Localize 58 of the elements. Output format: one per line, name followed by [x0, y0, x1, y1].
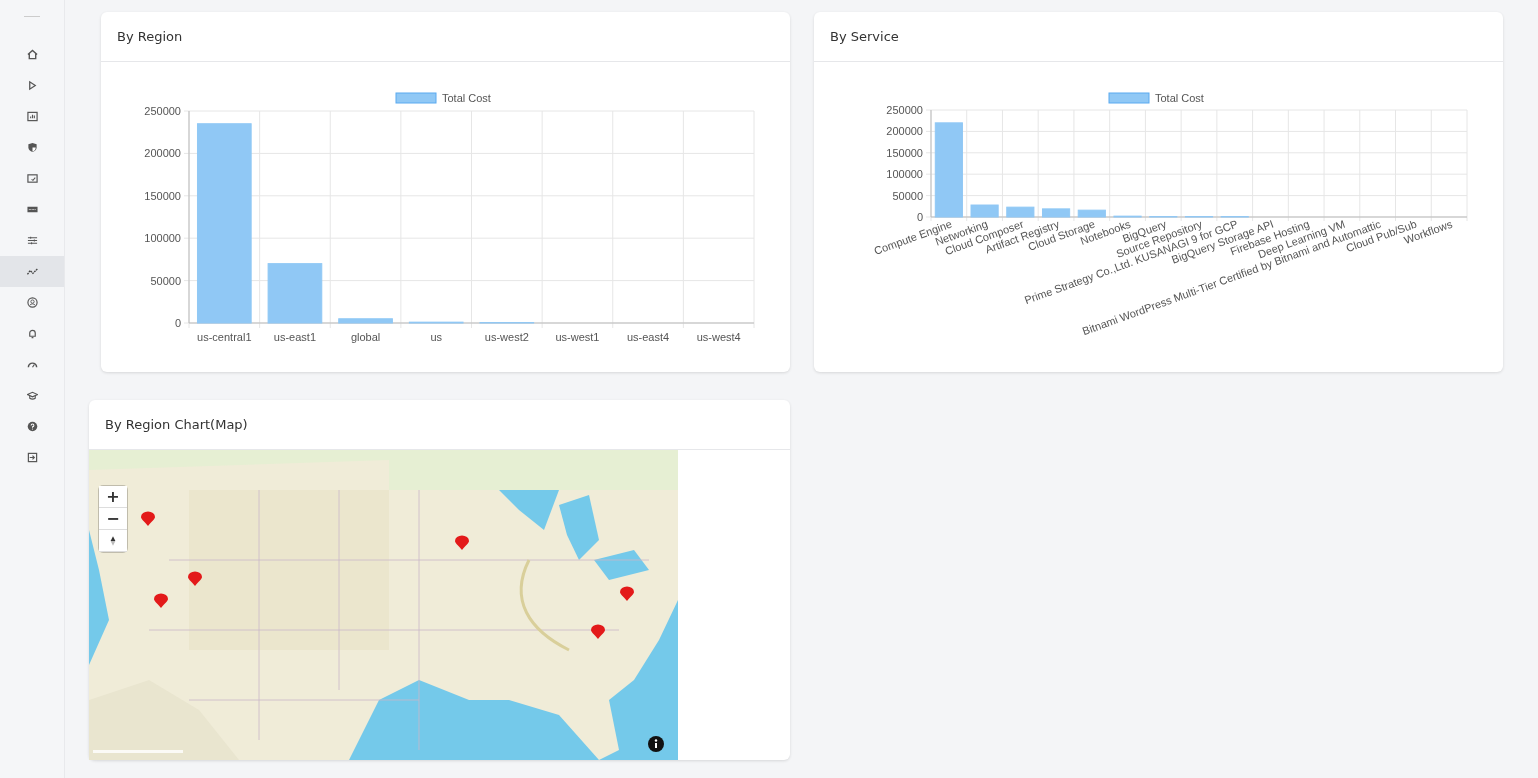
- help-icon: [26, 421, 38, 432]
- axis-tick-label: 50000: [892, 189, 923, 202]
- user-circle-icon: [26, 297, 38, 308]
- axis-category-label: us: [430, 331, 442, 343]
- shield-icon: [26, 142, 38, 153]
- bar: [267, 263, 323, 324]
- bar: [970, 204, 999, 218]
- axis-category-label: global: [350, 331, 381, 343]
- gauge-icon: [26, 359, 38, 370]
- keyboard-icon: [26, 204, 38, 215]
- bar: [1006, 206, 1035, 218]
- trend-icon: [26, 266, 38, 277]
- axis-category-label: us-east1: [273, 331, 317, 343]
- chart-legend: Total Cost: [1108, 92, 1204, 104]
- axis-tick-label: 250000: [144, 105, 181, 117]
- info-icon[interactable]: [648, 736, 664, 752]
- bar: [1077, 209, 1106, 218]
- map-marker-icon[interactable]: [140, 511, 156, 527]
- logout-icon: [26, 452, 38, 463]
- axis-category-label: us-west2: [484, 331, 529, 343]
- axis-tick-label: 250000: [886, 104, 923, 116]
- play-icon: [26, 80, 38, 91]
- graduation-cap-icon: [26, 390, 38, 401]
- legend-label: Total Cost: [1155, 92, 1204, 104]
- axis-tick-label: 0: [916, 211, 923, 223]
- card-title: By Region: [117, 29, 183, 44]
- axis-tick-label: 100000: [144, 232, 181, 245]
- chart-icon: [26, 111, 38, 122]
- home-icon: [26, 49, 38, 60]
- compass-icon: [109, 535, 117, 546]
- axis-tick-label: 200000: [886, 125, 923, 138]
- card-title: By Service: [830, 29, 899, 44]
- zoom-in-button[interactable]: +: [99, 486, 127, 508]
- map-marker-icon[interactable]: [619, 586, 635, 602]
- sliders-icon: [26, 235, 38, 246]
- axis-tick-label: 50000: [150, 274, 181, 287]
- card-icon: [26, 173, 38, 184]
- map-marker-icon[interactable]: [590, 624, 606, 640]
- map-marker-icon[interactable]: [454, 535, 470, 551]
- axis-tick-label: 150000: [144, 189, 181, 202]
- axis-category-label: us-central1: [197, 331, 252, 343]
- axis-tick-label: 200000: [144, 147, 181, 160]
- card-title: By Region Chart(Map): [105, 417, 248, 432]
- bar: [338, 318, 393, 324]
- bar: [1113, 215, 1142, 218]
- axis-tick-label: 150000: [886, 146, 923, 159]
- bell-icon: [26, 328, 38, 339]
- axis-category-label: us-west4: [696, 331, 741, 343]
- map-marker-icon[interactable]: [187, 571, 203, 587]
- axis-category-label: us-west1: [555, 331, 600, 343]
- map-marker-icon[interactable]: [153, 593, 169, 609]
- bar: [1042, 208, 1071, 218]
- legend-label: Total Cost: [442, 92, 491, 104]
- chart-legend: Total Cost: [395, 92, 491, 104]
- axis-tick-label: 0: [174, 317, 181, 329]
- axis-tick-label: 100000: [886, 168, 923, 181]
- bar: [408, 321, 464, 324]
- axis-category-label: us-east4: [626, 331, 670, 343]
